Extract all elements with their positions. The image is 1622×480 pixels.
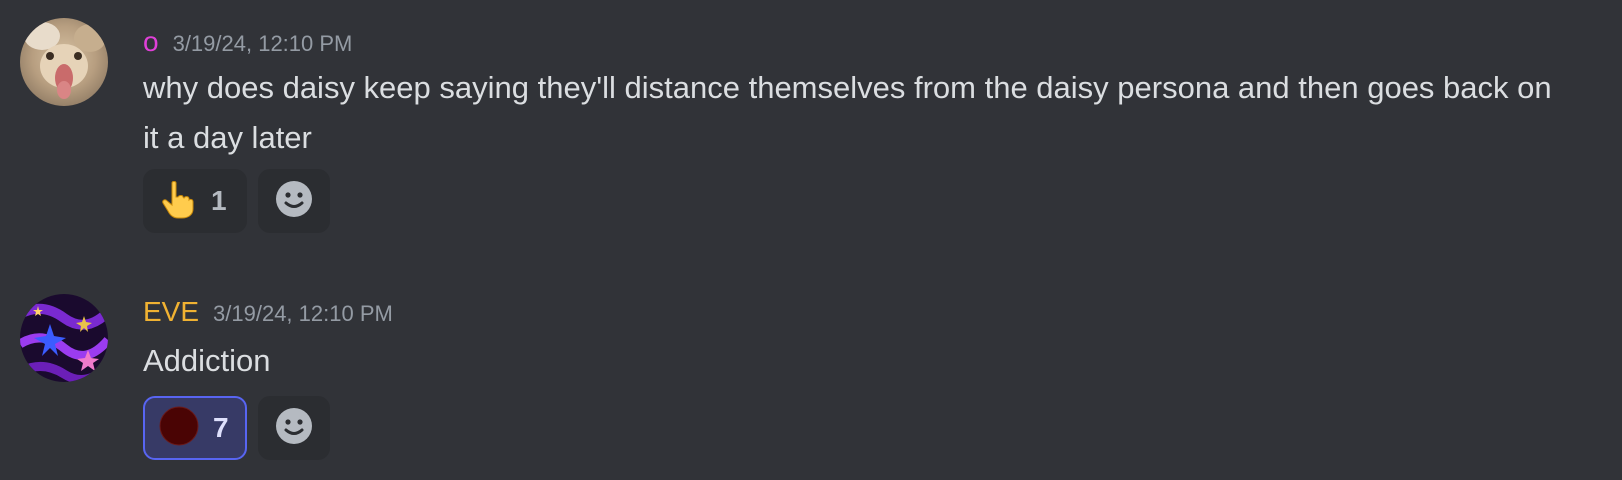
smiley-face-icon: [275, 407, 313, 450]
add-reaction-button[interactable]: [258, 169, 330, 233]
reaction-count: 7: [213, 412, 229, 443]
message-header: EVE 3/19/24, 12:10 PM: [143, 294, 393, 332]
cat-avatar-image: [20, 18, 108, 106]
smiley-face-icon: [275, 180, 313, 223]
avatar[interactable]: [20, 18, 108, 106]
reaction-button[interactable]: 1: [143, 169, 247, 233]
username[interactable]: o: [143, 24, 159, 60]
chat-messages: o 3/19/24, 12:10 PM why does daisy keep …: [0, 0, 1622, 480]
avatar[interactable]: [20, 294, 108, 382]
reactions-bar: 7: [143, 396, 330, 460]
reaction-button[interactable]: 7: [143, 396, 247, 460]
message-header: o 3/19/24, 12:10 PM: [143, 24, 352, 62]
message-content: Addiction: [143, 343, 271, 378]
starry-avatar-image: [20, 294, 108, 382]
message-content: why does daisy keep saying they'll dista…: [143, 70, 1552, 155]
timestamp: 3/19/24, 12:10 PM: [213, 301, 393, 326]
timestamp: 3/19/24, 12:10 PM: [172, 31, 353, 56]
dark-red-circle-icon: [159, 406, 199, 451]
reaction-count: 1: [211, 185, 227, 216]
pointing-up-hand-icon: [157, 179, 197, 224]
reactions-bar: 1: [143, 169, 330, 233]
username[interactable]: EVE: [143, 294, 199, 330]
add-reaction-button[interactable]: [258, 396, 330, 460]
